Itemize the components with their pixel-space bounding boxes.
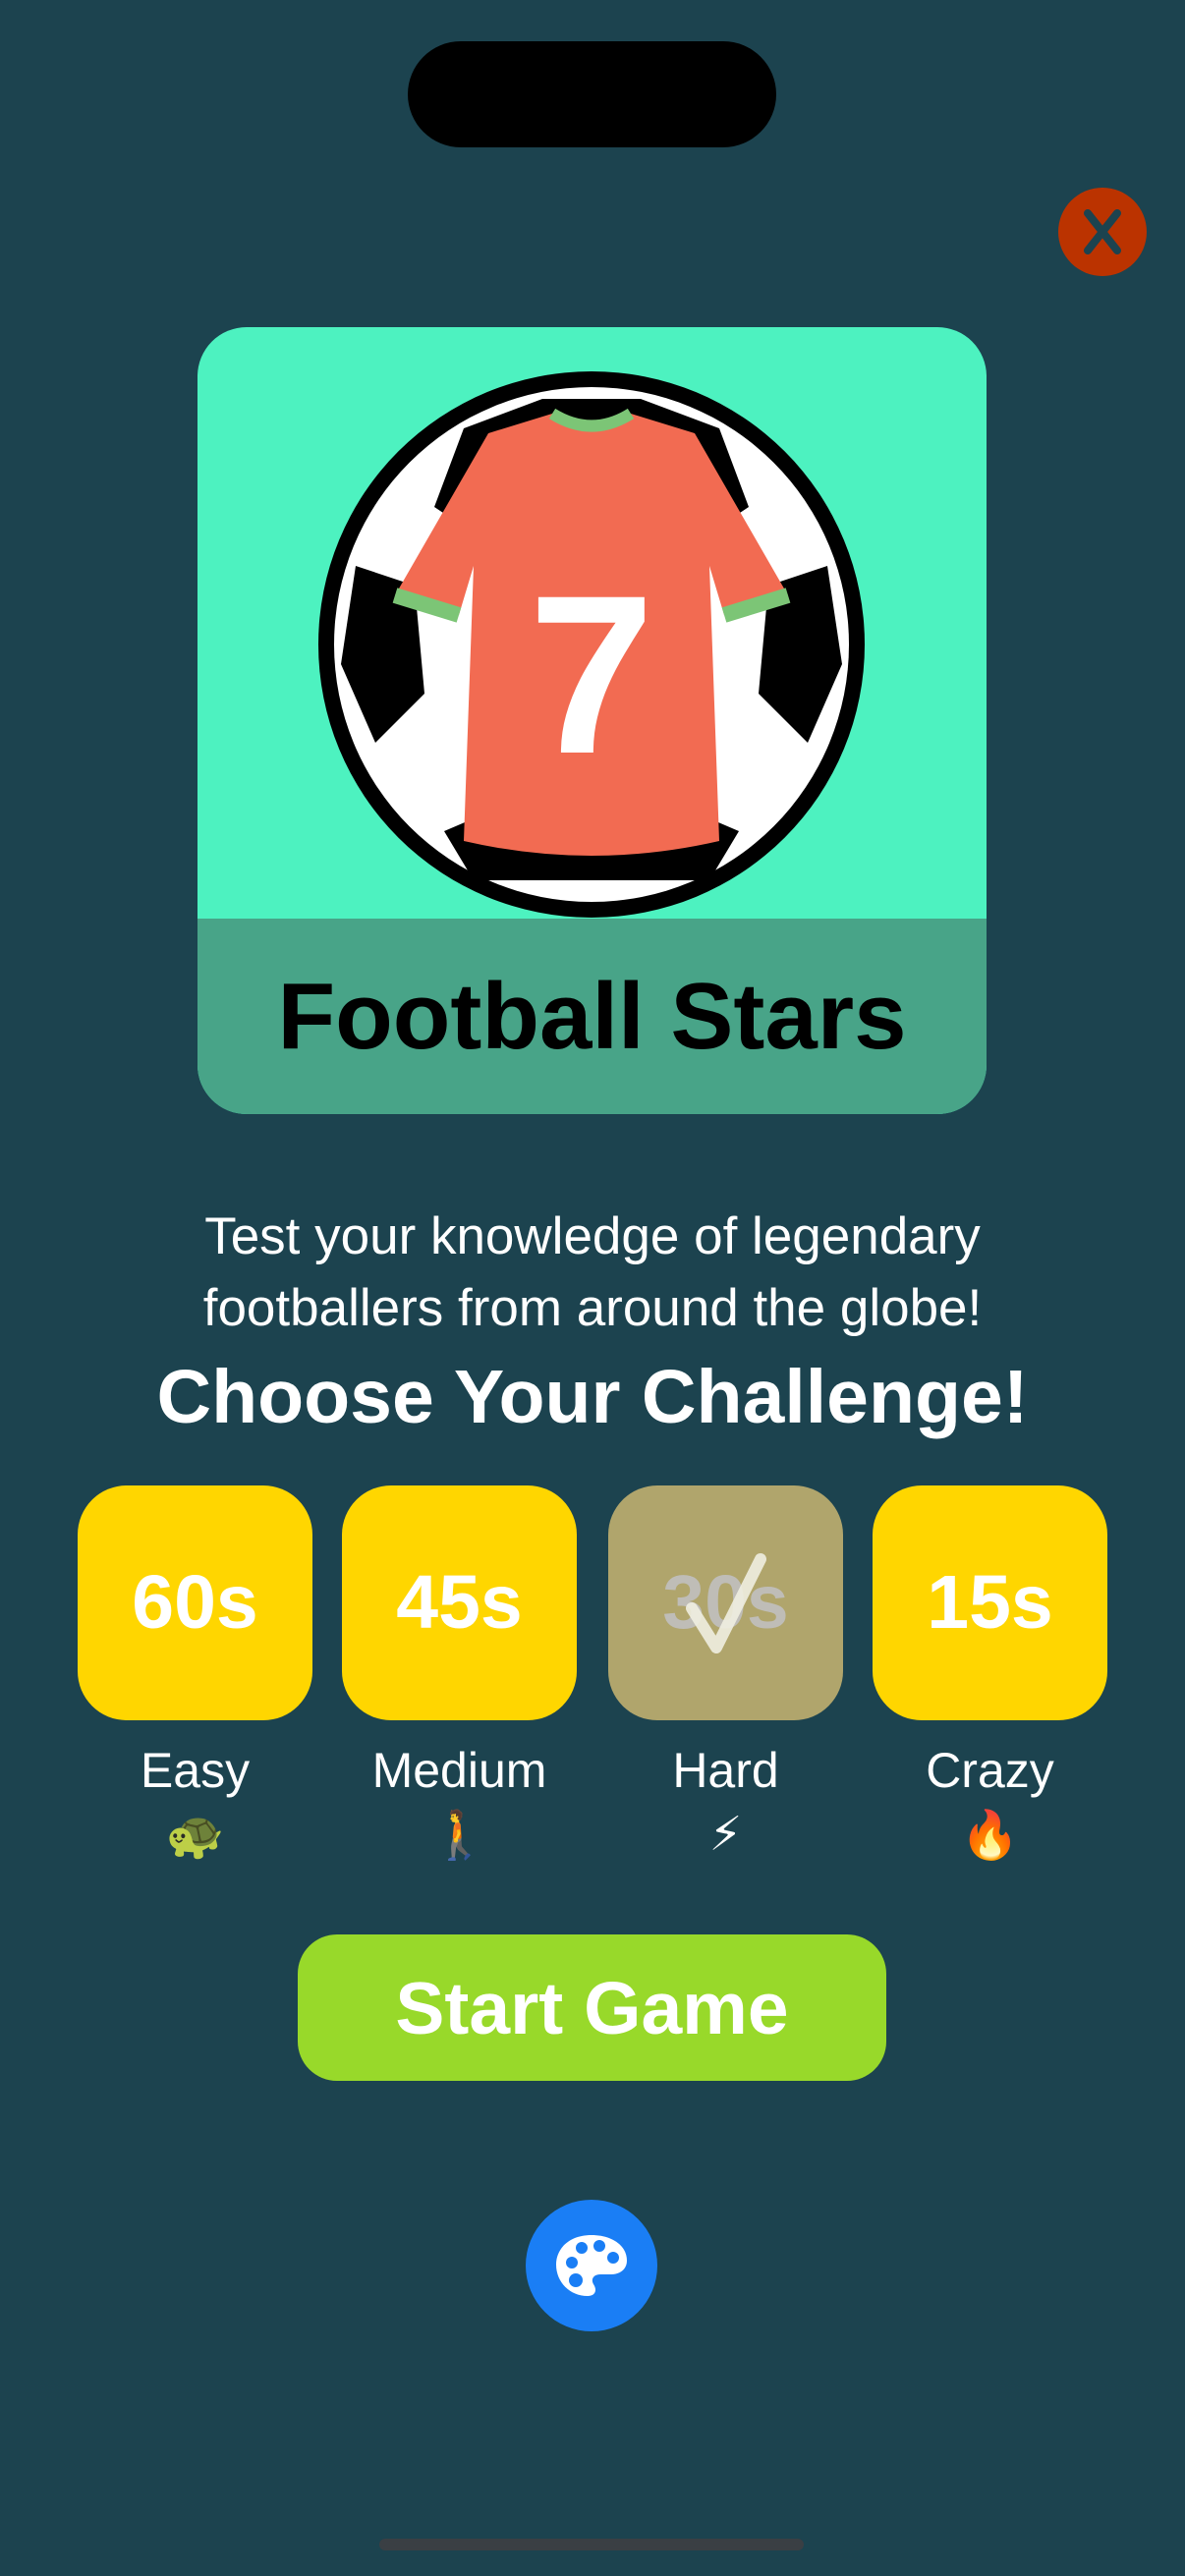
description-line: footballers from around the globe! (202, 1279, 983, 1337)
difficulty-label: Hard (672, 1743, 779, 1798)
home-indicator[interactable] (379, 2539, 804, 2550)
time-button-selected[interactable]: 30s (608, 1485, 843, 1720)
time-label: 60s (132, 1560, 258, 1645)
time-label: 15s (927, 1560, 1053, 1645)
time-label: 45s (396, 1560, 523, 1645)
close-button[interactable] (1058, 188, 1147, 276)
walking-person-icon: 🚶 (429, 1810, 489, 1862)
time-button[interactable]: 60s (78, 1485, 312, 1720)
time-button[interactable]: 15s (873, 1485, 1107, 1720)
difficulty-label: Easy (140, 1743, 251, 1798)
difficulty-easy[interactable]: 60s Easy 🐢 (78, 1485, 312, 1863)
difficulty-crazy[interactable]: 15s Crazy 🔥 (873, 1485, 1107, 1863)
palette-icon (556, 2235, 627, 2296)
svg-text:7: 7 (529, 548, 654, 801)
game-card: 7 Football Stars (198, 327, 987, 1114)
difficulty-label: Crazy (926, 1743, 1054, 1798)
close-icon (1084, 209, 1121, 254)
fire-icon: 🔥 (960, 1810, 1020, 1862)
difficulty-medium[interactable]: 45s Medium 🚶 (342, 1485, 577, 1863)
dynamic-island (408, 41, 776, 147)
game-title: Football Stars (277, 963, 907, 1069)
game-description: Test your knowledge of legendary footbal… (0, 1201, 1185, 1344)
start-game-button[interactable]: Start Game (298, 1934, 886, 2081)
card-title-bar: Football Stars (198, 919, 987, 1114)
description-line: Test your knowledge of legendary (204, 1207, 981, 1265)
time-button[interactable]: 45s (342, 1485, 577, 1720)
theme-button[interactable] (526, 2200, 657, 2331)
checkmark-icon (685, 1552, 766, 1653)
football-jersey-icon: 7 (318, 371, 865, 918)
difficulty-label: Medium (371, 1743, 547, 1798)
difficulty-hard[interactable]: 30s Hard ⚡ (608, 1485, 843, 1862)
challenge-heading: Choose Your Challenge! (156, 1355, 1029, 1439)
lightning-icon: ⚡ (708, 1809, 743, 1861)
turtle-icon: 🐢 (165, 1810, 225, 1862)
